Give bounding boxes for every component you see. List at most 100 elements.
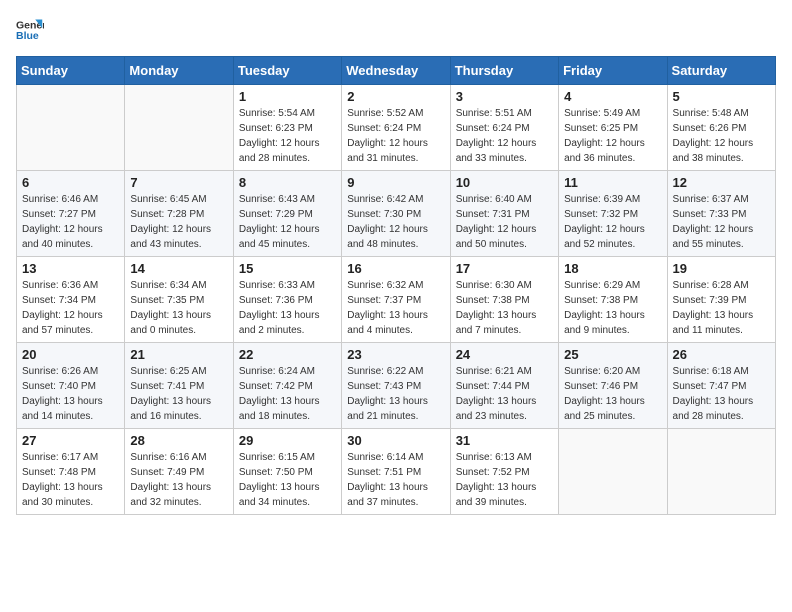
day-number: 11 [564,175,661,190]
calendar-cell [17,85,125,171]
calendar-header-wednesday: Wednesday [342,57,450,85]
calendar-cell: 19 Sunrise: 6:28 AMSunset: 7:39 PMDayligh… [667,257,775,343]
calendar-cell: 9Sunrise: 6:42 AMSunset: 7:30 PMDaylight… [342,171,450,257]
calendar-cell [125,85,233,171]
calendar-week-row: 27Sunrise: 6:17 AMSunset: 7:48 PMDayligh… [17,429,776,515]
calendar-cell: 2 Sunrise: 5:52 AMSunset: 6:24 PMDaylight… [342,85,450,171]
day-number: 26 [673,347,770,362]
day-number: 16 [347,261,444,276]
day-number: 8 [239,175,336,190]
calendar-header-saturday: Saturday [667,57,775,85]
calendar-cell: 10 Sunrise: 6:40 AMSunset: 7:31 PMDayligh… [450,171,558,257]
day-info: Sunrise: 6:16 AMSunset: 7:49 PMDaylight:… [130,450,227,510]
day-number: 7 [130,175,227,190]
calendar-cell: 30 Sunrise: 6:14 AMSunset: 7:51 PMDayligh… [342,429,450,515]
day-number: 18 [564,261,661,276]
calendar-cell: 13Sunrise: 6:36 AMSunset: 7:34 PMDayligh… [17,257,125,343]
day-number: 22 [239,347,336,362]
calendar-cell: 7 Sunrise: 6:45 AMSunset: 7:28 PMDaylight… [125,171,233,257]
day-info: Sunrise: 6:24 AMSunset: 7:42 PMDaylight:… [239,364,336,424]
day-number: 23 [347,347,444,362]
calendar-cell: 29Sunrise: 6:15 AMSunset: 7:50 PMDayligh… [233,429,341,515]
calendar-cell: 11Sunrise: 6:39 AMSunset: 7:32 PMDayligh… [559,171,667,257]
day-info: Sunrise: 6:34 AMSunset: 7:35 PMDaylight:… [130,278,227,338]
calendar-header-monday: Monday [125,57,233,85]
calendar-cell: 16 Sunrise: 6:32 AMSunset: 7:37 PMDayligh… [342,257,450,343]
day-info: Sunrise: 6:37 AMSunset: 7:33 PMDaylight:… [673,192,770,252]
logo: General Blue [16,16,48,44]
day-info: Sunrise: 6:13 AMSunset: 7:52 PMDaylight:… [456,450,553,510]
day-number: 17 [456,261,553,276]
day-info: Sunrise: 5:54 AMSunset: 6:23 PMDaylight:… [239,106,336,166]
day-number: 3 [456,89,553,104]
calendar-cell: 1 Sunrise: 5:54 AMSunset: 6:23 PMDaylight… [233,85,341,171]
day-number: 5 [673,89,770,104]
calendar-header-row: SundayMondayTuesdayWednesdayThursdayFrid… [17,57,776,85]
day-number: 24 [456,347,553,362]
calendar-cell: 5Sunrise: 5:48 AMSunset: 6:26 PMDaylight… [667,85,775,171]
calendar-header-tuesday: Tuesday [233,57,341,85]
day-number: 20 [22,347,119,362]
day-info: Sunrise: 6:33 AMSunset: 7:36 PMDaylight:… [239,278,336,338]
calendar-cell: 27Sunrise: 6:17 AMSunset: 7:48 PMDayligh… [17,429,125,515]
calendar-cell: 22 Sunrise: 6:24 AMSunset: 7:42 PMDayligh… [233,343,341,429]
day-number: 31 [456,433,553,448]
day-number: 19 [673,261,770,276]
calendar-cell: 25 Sunrise: 6:20 AMSunset: 7:46 PMDayligh… [559,343,667,429]
day-number: 15 [239,261,336,276]
calendar-cell: 3 Sunrise: 5:51 AMSunset: 6:24 PMDaylight… [450,85,558,171]
day-number: 4 [564,89,661,104]
day-number: 27 [22,433,119,448]
calendar-cell [559,429,667,515]
calendar-table: SundayMondayTuesdayWednesdayThursdayFrid… [16,56,776,515]
calendar-cell: 4 Sunrise: 5:49 AMSunset: 6:25 PMDaylight… [559,85,667,171]
day-number: 12 [673,175,770,190]
calendar-week-row: 1 Sunrise: 5:54 AMSunset: 6:23 PMDaylight… [17,85,776,171]
day-number: 1 [239,89,336,104]
calendar-cell: 28 Sunrise: 6:16 AMSunset: 7:49 PMDayligh… [125,429,233,515]
page-header: General Blue [16,16,776,44]
day-info: Sunrise: 6:26 AMSunset: 7:40 PMDaylight:… [22,364,119,424]
day-info: Sunrise: 6:14 AMSunset: 7:51 PMDaylight:… [347,450,444,510]
calendar-cell [667,429,775,515]
day-number: 21 [130,347,227,362]
calendar-cell: 12 Sunrise: 6:37 AMSunset: 7:33 PMDayligh… [667,171,775,257]
day-number: 10 [456,175,553,190]
day-info: Sunrise: 6:46 AMSunset: 7:27 PMDaylight:… [22,192,119,252]
day-info: Sunrise: 6:15 AMSunset: 7:50 PMDaylight:… [239,450,336,510]
day-info: Sunrise: 6:45 AMSunset: 7:28 PMDaylight:… [130,192,227,252]
calendar-cell: 6Sunrise: 6:46 AMSunset: 7:27 PMDaylight… [17,171,125,257]
day-info: Sunrise: 6:42 AMSunset: 7:30 PMDaylight:… [347,192,444,252]
calendar-cell: 24 Sunrise: 6:21 AMSunset: 7:44 PMDayligh… [450,343,558,429]
day-info: Sunrise: 6:30 AMSunset: 7:38 PMDaylight:… [456,278,553,338]
day-info: Sunrise: 6:21 AMSunset: 7:44 PMDaylight:… [456,364,553,424]
day-info: Sunrise: 6:43 AMSunset: 7:29 PMDaylight:… [239,192,336,252]
calendar-cell: 21 Sunrise: 6:25 AMSunset: 7:41 PMDayligh… [125,343,233,429]
day-info: Sunrise: 5:51 AMSunset: 6:24 PMDaylight:… [456,106,553,166]
calendar-cell: 23Sunrise: 6:22 AMSunset: 7:43 PMDayligh… [342,343,450,429]
day-info: Sunrise: 5:52 AMSunset: 6:24 PMDaylight:… [347,106,444,166]
day-number: 30 [347,433,444,448]
day-info: Sunrise: 6:40 AMSunset: 7:31 PMDaylight:… [456,192,553,252]
day-info: Sunrise: 6:18 AMSunset: 7:47 PMDaylight:… [673,364,770,424]
day-info: Sunrise: 6:29 AMSunset: 7:38 PMDaylight:… [564,278,661,338]
day-number: 14 [130,261,227,276]
calendar-week-row: 6Sunrise: 6:46 AMSunset: 7:27 PMDaylight… [17,171,776,257]
calendar-cell: 17 Sunrise: 6:30 AMSunset: 7:38 PMDayligh… [450,257,558,343]
day-info: Sunrise: 5:49 AMSunset: 6:25 PMDaylight:… [564,106,661,166]
day-number: 25 [564,347,661,362]
day-info: Sunrise: 6:25 AMSunset: 7:41 PMDaylight:… [130,364,227,424]
day-number: 28 [130,433,227,448]
calendar-week-row: 20 Sunrise: 6:26 AMSunset: 7:40 PMDayligh… [17,343,776,429]
calendar-cell: 26 Sunrise: 6:18 AMSunset: 7:47 PMDayligh… [667,343,775,429]
calendar-header-thursday: Thursday [450,57,558,85]
logo-icon: General Blue [16,16,44,44]
calendar-cell: 8 Sunrise: 6:43 AMSunset: 7:29 PMDaylight… [233,171,341,257]
day-info: Sunrise: 6:32 AMSunset: 7:37 PMDaylight:… [347,278,444,338]
calendar-cell: 20 Sunrise: 6:26 AMSunset: 7:40 PMDayligh… [17,343,125,429]
calendar-week-row: 13Sunrise: 6:36 AMSunset: 7:34 PMDayligh… [17,257,776,343]
calendar-cell: 31 Sunrise: 6:13 AMSunset: 7:52 PMDayligh… [450,429,558,515]
day-number: 2 [347,89,444,104]
day-info: Sunrise: 6:28 AMSunset: 7:39 PMDaylight:… [673,278,770,338]
day-info: Sunrise: 6:20 AMSunset: 7:46 PMDaylight:… [564,364,661,424]
